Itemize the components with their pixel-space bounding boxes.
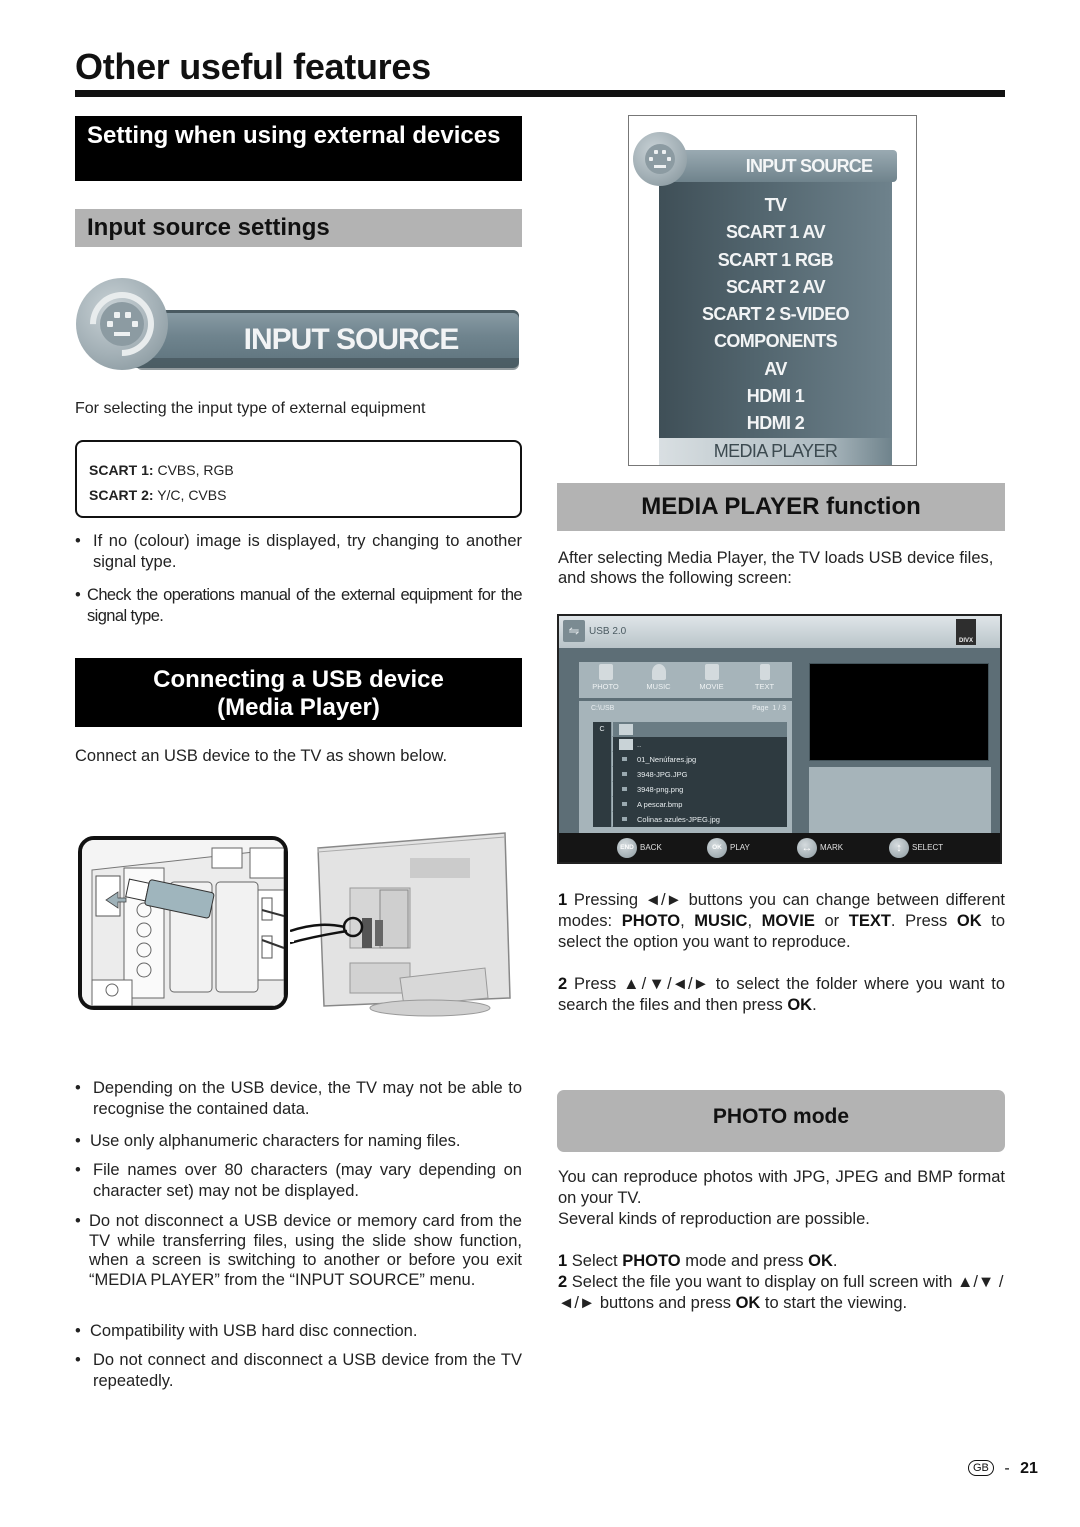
- menu-item-scart1-rgb[interactable]: SCART 1 RGB: [659, 247, 892, 274]
- file-list: C .. 01_Nenúfares.jpg 3948-JPG.JPG 3948-…: [593, 722, 787, 827]
- title-rule: [75, 90, 1005, 97]
- tab-movie[interactable]: MOVIE: [685, 662, 738, 691]
- section-header-external-devices: Setting when using external devices: [75, 116, 522, 181]
- menu-header: INPUT SOURCE: [659, 150, 897, 182]
- bullet-item: • Compatibility with USB hard disc connec…: [75, 1322, 418, 1340]
- file-row[interactable]: Colinas azules-JPEG.jpg: [593, 812, 787, 827]
- file-icon: [622, 802, 627, 806]
- bullet-item: • File names over 80 characters (may vary…: [75, 1161, 522, 1200]
- input-source-banner: INPUT SOURCE: [76, 278, 521, 373]
- camera-icon: [598, 664, 613, 680]
- file-row[interactable]: 3948-png.png: [593, 782, 787, 797]
- tv-back-drawing: [286, 832, 511, 1017]
- headphones-icon: [651, 664, 666, 680]
- media-player-button-bar: END BACK OK PLAY ↔ MARK ↕ SELECT: [559, 833, 1000, 862]
- step-1: 1 Pressing ◄/► buttons you can change be…: [558, 891, 1006, 951]
- film-camera-icon: [704, 664, 719, 680]
- step-2: 2 Press ▲/▼/◄/► to select the folder whe…: [558, 975, 1005, 1014]
- section-header-usb: Connecting a USB device (Media Player): [75, 658, 522, 727]
- file-icon: [622, 772, 627, 776]
- photo-description: You can reproduce photos with JPG, JPEG …: [558, 1168, 1005, 1228]
- usb-connection-illustration: [78, 836, 288, 1010]
- document-icon: [759, 664, 770, 680]
- scart-info-box: SCART 1: CVBS, RGB SCART 2: Y/C, CVBS: [75, 440, 522, 518]
- folder-up-icon: [619, 724, 633, 735]
- page-title: Other useful features: [75, 46, 431, 87]
- section-header-media-player: MEDIA PLAYER function: [557, 483, 1005, 531]
- divx-logo: DIVX: [956, 619, 976, 645]
- media-player-top-bar: ⇋ USB 2.0 DIVX: [559, 616, 1000, 648]
- file-row[interactable]: 01_Nenúfares.jpg: [593, 752, 787, 767]
- file-row[interactable]: A pescar.bmp: [593, 797, 787, 812]
- ok-key-icon: OK: [707, 838, 727, 858]
- back-button[interactable]: END BACK: [617, 838, 662, 858]
- page-number: 21: [1020, 1460, 1038, 1477]
- photo-steps: 1 Select PHOTO mode and press OK. 2 Sele…: [558, 1251, 1005, 1314]
- section-header-photo-mode: PHOTO mode: [557, 1090, 1005, 1152]
- left-right-arrows-icon: ↔: [797, 838, 817, 858]
- bullet-item: • Use only alphanumeric characters for na…: [75, 1132, 461, 1150]
- file-icon: [622, 787, 627, 791]
- bullet-item: • Check the operations manual of the exte…: [75, 586, 523, 625]
- page-footer: GB - 21: [968, 1460, 1038, 1478]
- menu-item-av[interactable]: AV: [659, 356, 892, 383]
- page-indicator: Page 1 / 3: [752, 705, 786, 712]
- preview-pane: [809, 663, 989, 761]
- photo-step-1: 1 Select PHOTO mode and press OK.: [558, 1252, 838, 1270]
- bullet-item: • Do not connect and disconnect a USB dev…: [75, 1351, 522, 1390]
- menu-item-hdmi2[interactable]: HDMI 2: [659, 410, 892, 437]
- tv-back-illustration: [286, 828, 515, 1018]
- up-down-arrows-icon: ↕: [889, 838, 909, 858]
- select-button[interactable]: ↕ SELECT: [889, 838, 943, 858]
- connector-panel-drawing: [82, 840, 284, 1006]
- current-path: C:\USB: [591, 705, 615, 712]
- info-pane: [809, 767, 991, 835]
- scart-2-line: SCART 2: Y/C, CVBS: [89, 487, 227, 503]
- media-player-screenshot: ⇋ USB 2.0 DIVX PHOTO MUSIC MOVIE TEXT C:…: [557, 614, 1002, 864]
- menu-item-scart2-av[interactable]: SCART 2 AV: [659, 274, 892, 301]
- file-icon: [622, 757, 627, 761]
- media-mode-tabs: PHOTO MUSIC MOVIE TEXT: [579, 662, 792, 698]
- tab-text[interactable]: TEXT: [738, 662, 791, 691]
- file-row[interactable]: C: [593, 722, 787, 737]
- scart-1-line: SCART 1: CVBS, RGB: [89, 462, 234, 478]
- menu-item-scart1-av[interactable]: SCART 1 AV: [659, 219, 892, 246]
- section-header-input-source: Input source settings: [75, 209, 522, 247]
- file-row[interactable]: ..: [593, 737, 787, 752]
- input-source-list: TV SCART 1 AV SCART 1 RGB SCART 2 AV SCA…: [659, 192, 892, 465]
- menu-item-hdmi1[interactable]: HDMI 1: [659, 383, 892, 410]
- usb-icon: ⇋: [563, 620, 585, 642]
- file-browser: C:\USB Page 1 / 3 C .. 01_Nenúfares.jpg …: [579, 701, 792, 835]
- end-key-icon: END: [617, 838, 637, 858]
- photo-step-2: 2 Select the file you want to display on…: [558, 1273, 1004, 1312]
- mark-button[interactable]: ↔ MARK: [797, 838, 843, 858]
- file-icon: [622, 817, 627, 821]
- tab-music[interactable]: MUSIC: [632, 662, 685, 691]
- bullet-item: • Depending on the USB device, the TV may…: [75, 1079, 522, 1118]
- banner-label: INPUT SOURCE: [243, 323, 460, 356]
- menu-item-media-player[interactable]: MEDIA PLAYER: [659, 437, 892, 465]
- play-button[interactable]: OK PLAY: [707, 838, 750, 858]
- usb-device-label: USB 2.0: [589, 626, 627, 637]
- file-row[interactable]: 3948-JPG.JPG: [593, 767, 787, 782]
- menu-item-scart2-svideo[interactable]: SCART 2 S-VIDEO: [659, 301, 892, 328]
- bullet-item: • Do not disconnect a USB device or memor…: [75, 1212, 522, 1289]
- folder-icon: [619, 739, 633, 750]
- bullet-item: • If no (colour) image is displayed, try …: [75, 532, 522, 571]
- input-source-menu-screenshot: INPUT SOURCE TV SCART 1 AV SCART 1 RGB S…: [628, 115, 917, 466]
- media-player-description: After selecting Media Player, the TV loa…: [558, 549, 994, 587]
- region-badge: GB: [968, 1460, 994, 1476]
- tab-photo[interactable]: PHOTO: [579, 662, 632, 691]
- input-source-description: For selecting the input type of external…: [75, 400, 426, 417]
- menu-item-components[interactable]: COMPONENTS: [659, 328, 892, 355]
- scart-connector-icon: [76, 278, 168, 370]
- usb-description: Connect an USB device to the TV as shown…: [75, 747, 448, 765]
- menu-item-tv[interactable]: TV: [659, 192, 892, 219]
- scart-connector-icon: [633, 132, 687, 186]
